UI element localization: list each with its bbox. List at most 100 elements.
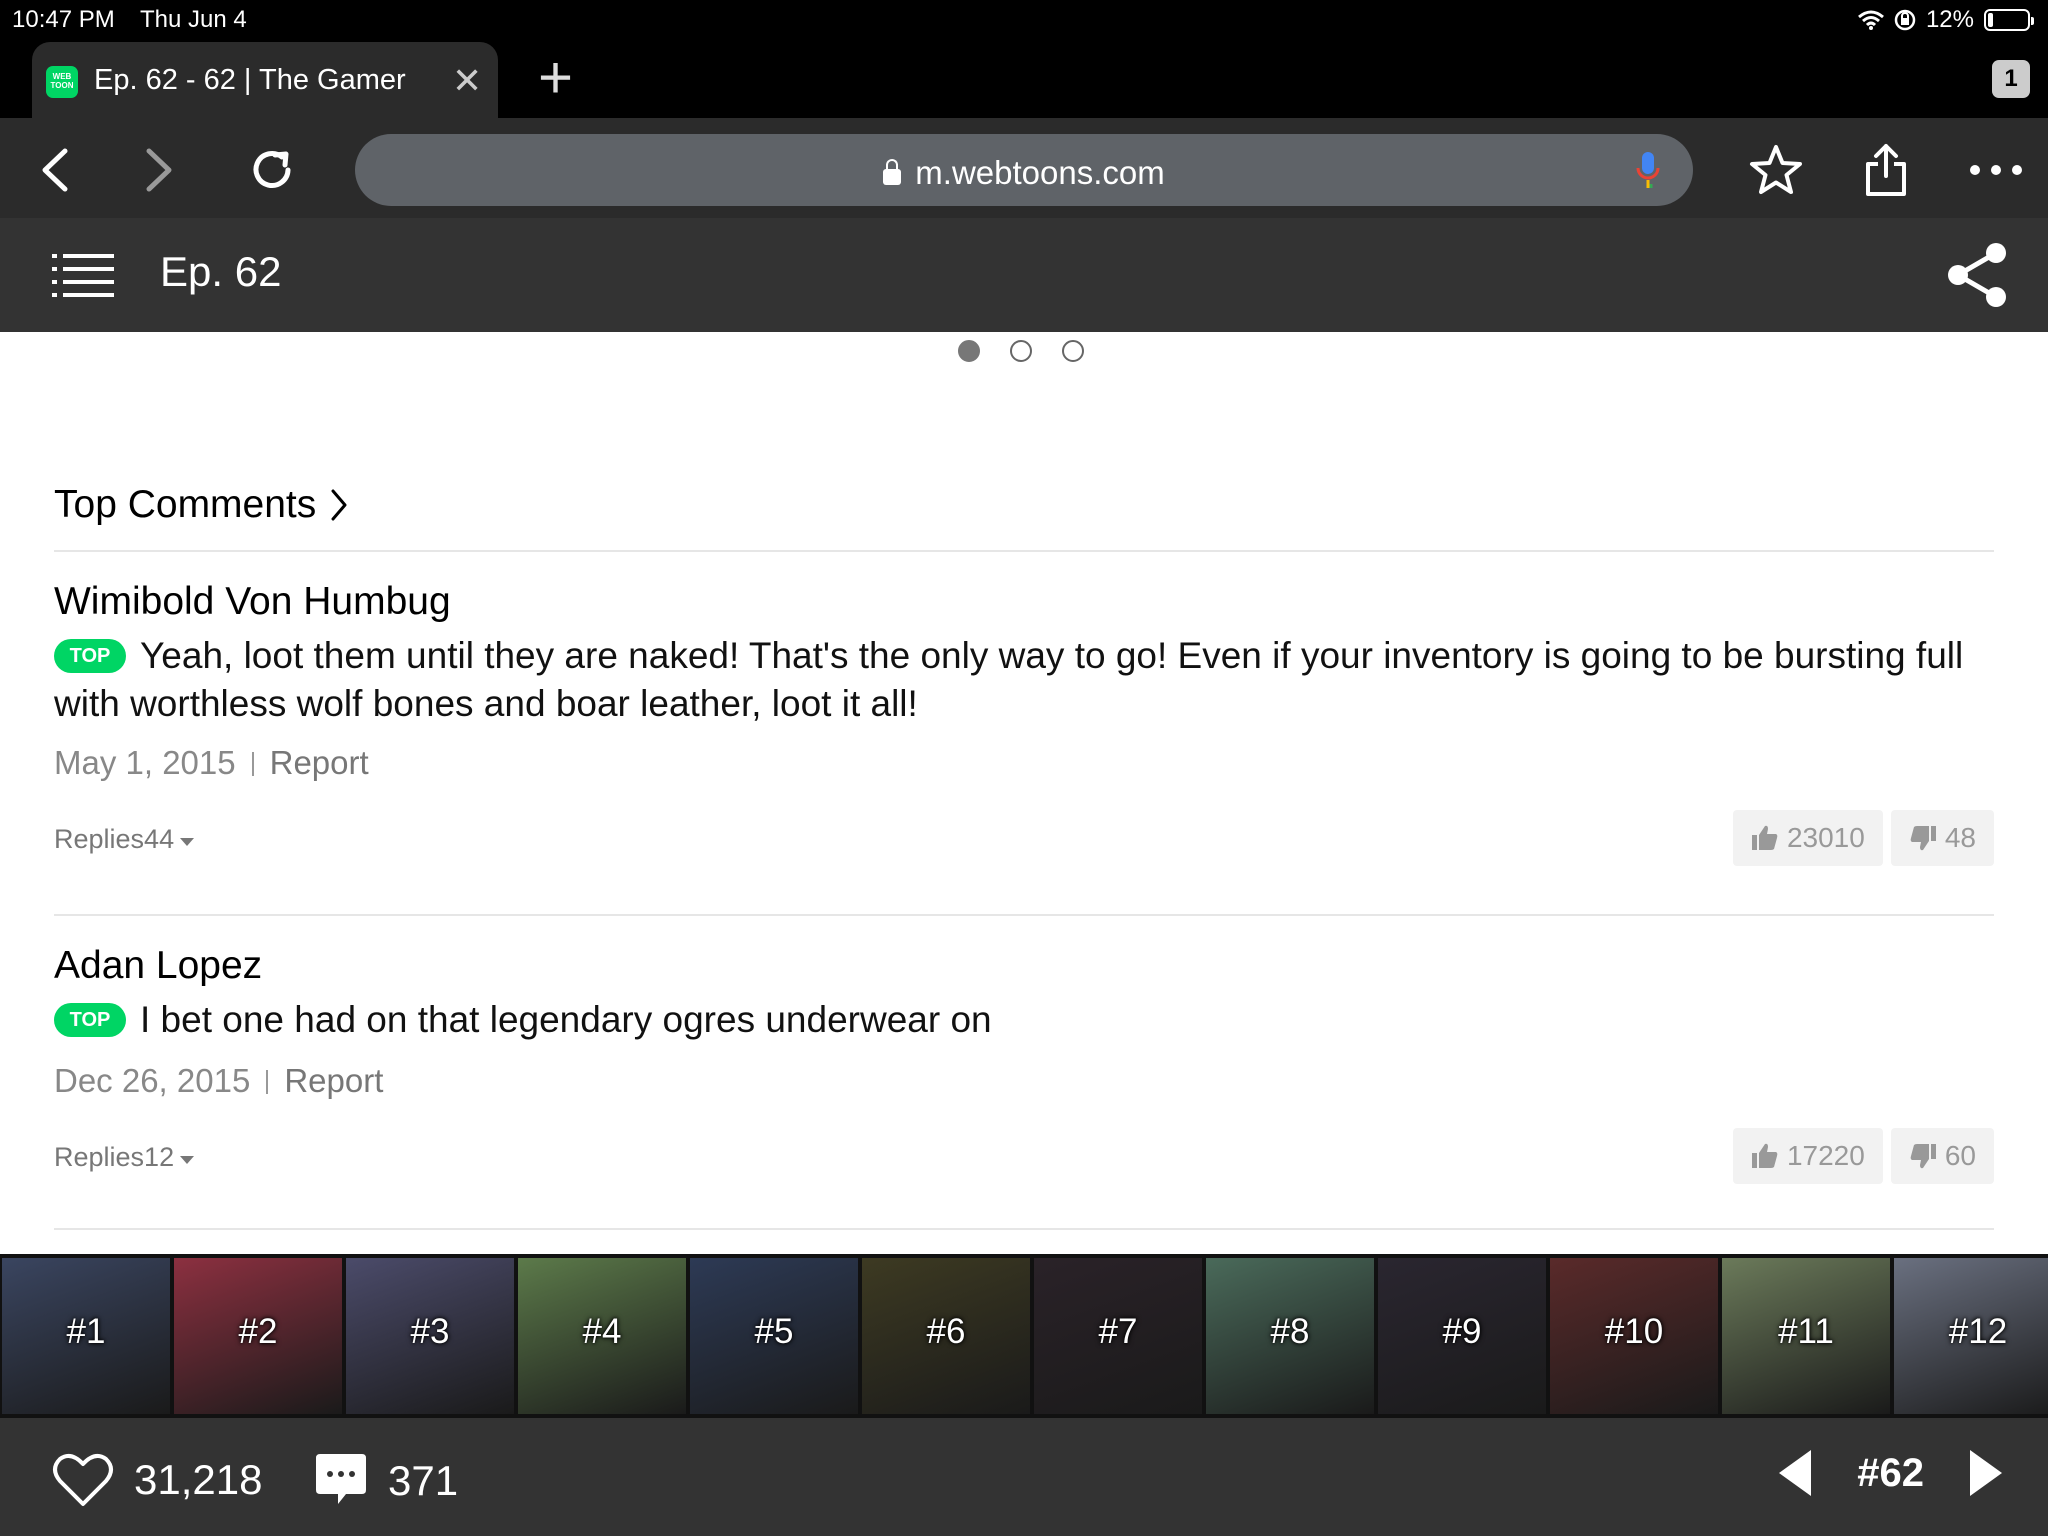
forward-button[interactable] [130,140,190,200]
comment-author: Adan Lopez [54,944,263,987]
comment-total: 371 [388,1457,459,1504]
like-button[interactable]: 23010 [1732,810,1883,866]
report-link[interactable]: Report [284,1062,383,1099]
carousel-dots [958,340,1084,362]
next-episode-icon[interactable] [1968,1448,2004,1498]
episode-thumbnail-label: #2 [238,1312,278,1351]
episode-thumbnail-label: #6 [926,1312,966,1351]
battery-icon [1984,9,2034,31]
dislike-button[interactable]: 60 [1890,1128,1994,1184]
back-button[interactable] [24,140,84,200]
carousel-dot[interactable] [1062,340,1084,362]
episode-thumbnail-label: #9 [1442,1312,1482,1351]
episode-thumbnail-label: #4 [582,1312,622,1351]
current-episode-number: #62 [1857,1450,1924,1495]
carousel-dot[interactable] [958,340,980,362]
more-icon [1970,165,2022,175]
thumbs-up-icon [1751,1143,1778,1168]
episode-thumbnail[interactable]: #1 [2,1258,170,1414]
episode-thumbnail[interactable]: #9 [1378,1258,1546,1414]
episode-thumbnail[interactable]: #11 [1722,1258,1890,1414]
browser-tab-active[interactable]: WEB TOON Ep. 62 - 62 | The Gamer ✕ [32,42,498,118]
comment-date: Dec 26, 2015 [54,1062,251,1099]
episode-thumbnail[interactable]: #7 [1034,1258,1202,1414]
report-link[interactable]: Report [270,744,369,781]
episode-thumbnail[interactable]: #3 [346,1258,514,1414]
episode-thumbnail[interactable]: #4 [518,1258,686,1414]
episode-thumbnail[interactable]: #2 [174,1258,342,1414]
episode-thumbnail-label: #12 [1948,1312,2008,1351]
thumbs-up-icon [1751,825,1778,850]
like-button[interactable]: 17220 [1732,1128,1883,1184]
top-comments-heading: Top Comments [54,483,317,526]
replies-count: 44 [144,824,175,854]
wifi-icon [1857,10,1884,30]
status-date: Thu Jun 4 [140,6,247,33]
chevron-left-icon [42,148,68,192]
carousel-dot[interactable] [1010,340,1032,362]
status-time: 10:47 PM [12,6,115,33]
episode-thumbnail[interactable]: #5 [690,1258,858,1414]
share-icon [1866,144,1906,196]
comment-votes: 17220 60 [1732,1128,1994,1184]
like-total: 31,218 [134,1456,263,1503]
battery-percent: 12% [1925,6,1974,33]
replies-toggle[interactable]: Replies12 [54,1142,195,1173]
episode-title: Ep. 62 [160,248,282,295]
like-episode-button[interactable]: 31,218 [52,1452,262,1508]
dislike-button[interactable]: 48 [1890,810,1994,866]
episode-bottom-bar: 31,218 371 #62 [0,1418,2048,1536]
comment-meta: May 1, 2015 Report [54,744,369,782]
comment-meta: Dec 26, 2015 Report [54,1062,383,1100]
new-tab-icon[interactable]: + [538,48,573,108]
episode-thumbnail[interactable]: #6 [862,1258,1030,1414]
comment-text: I bet one had on that legendary ogres un… [140,999,992,1040]
comment-votes: 23010 48 [1732,810,1994,866]
microphone-icon[interactable] [1635,150,1661,192]
heart-icon [53,1453,113,1506]
comment-text-block: TOP Yeah, loot them until they are naked!… [54,632,1994,728]
episode-thumbnail[interactable]: #12 [1894,1258,2048,1414]
episode-header: Ep. 62 [0,218,2048,332]
reload-button[interactable] [242,140,302,200]
more-menu-button[interactable] [1966,140,2026,200]
top-badge: TOP [54,1003,126,1037]
comment-item: Adan Lopez TOP I bet one had on that lege… [54,916,1994,1230]
episode-list-icon[interactable] [52,252,114,298]
like-count: 17220 [1786,1140,1865,1171]
comment-author: Wimibold Von Humbug [54,580,451,623]
replies-toggle[interactable]: Replies44 [54,824,195,855]
orientation-lock-icon [1894,9,1916,31]
comments-button[interactable]: 371 [314,1452,458,1510]
bookmark-button[interactable] [1746,140,1806,200]
thumbs-down-icon [1910,826,1936,851]
like-count: 23010 [1786,822,1865,853]
comment-item: Wimibold Von Humbug TOP Yeah, loot them u… [54,552,1994,916]
comment-text: Yeah, loot them until they are naked! Th… [54,635,1964,724]
share-button[interactable] [1856,140,1916,200]
previous-episode-icon[interactable] [1777,1448,1813,1498]
episode-thumbnail-label: #5 [754,1312,794,1351]
episode-thumbnail-label: #11 [1778,1312,1834,1351]
reload-icon [253,151,291,188]
tab-count-badge[interactable]: 1 [1992,60,2030,98]
address-bar[interactable]: m.webtoons.com [355,134,1693,206]
comment-date: May 1, 2015 [54,744,236,781]
episode-thumbnail[interactable]: #8 [1206,1258,1374,1414]
episode-thumbnail-label: #10 [1604,1312,1664,1351]
episode-thumbnail[interactable]: #10 [1550,1258,1718,1414]
dislike-count: 60 [1944,1140,1976,1171]
replies-label: Replies [54,824,145,854]
chevron-right-icon [331,489,347,521]
caret-down-icon [180,1156,195,1164]
status-indicators: 12% [1857,6,2034,34]
dislike-count: 48 [1944,822,1976,853]
tab-close-icon[interactable]: ✕ [452,60,482,102]
top-comments-link[interactable]: Top Comments [54,478,1994,532]
separator [266,1070,269,1094]
share-network-icon[interactable] [1946,242,2008,308]
episode-thumbnail-label: #8 [1270,1312,1310,1351]
episode-thumbnail-label: #1 [66,1312,106,1351]
tab-strip: WEB TOON Ep. 62 - 62 | The Gamer ✕ + 1 [0,40,2048,118]
battery-level [1988,13,1993,27]
